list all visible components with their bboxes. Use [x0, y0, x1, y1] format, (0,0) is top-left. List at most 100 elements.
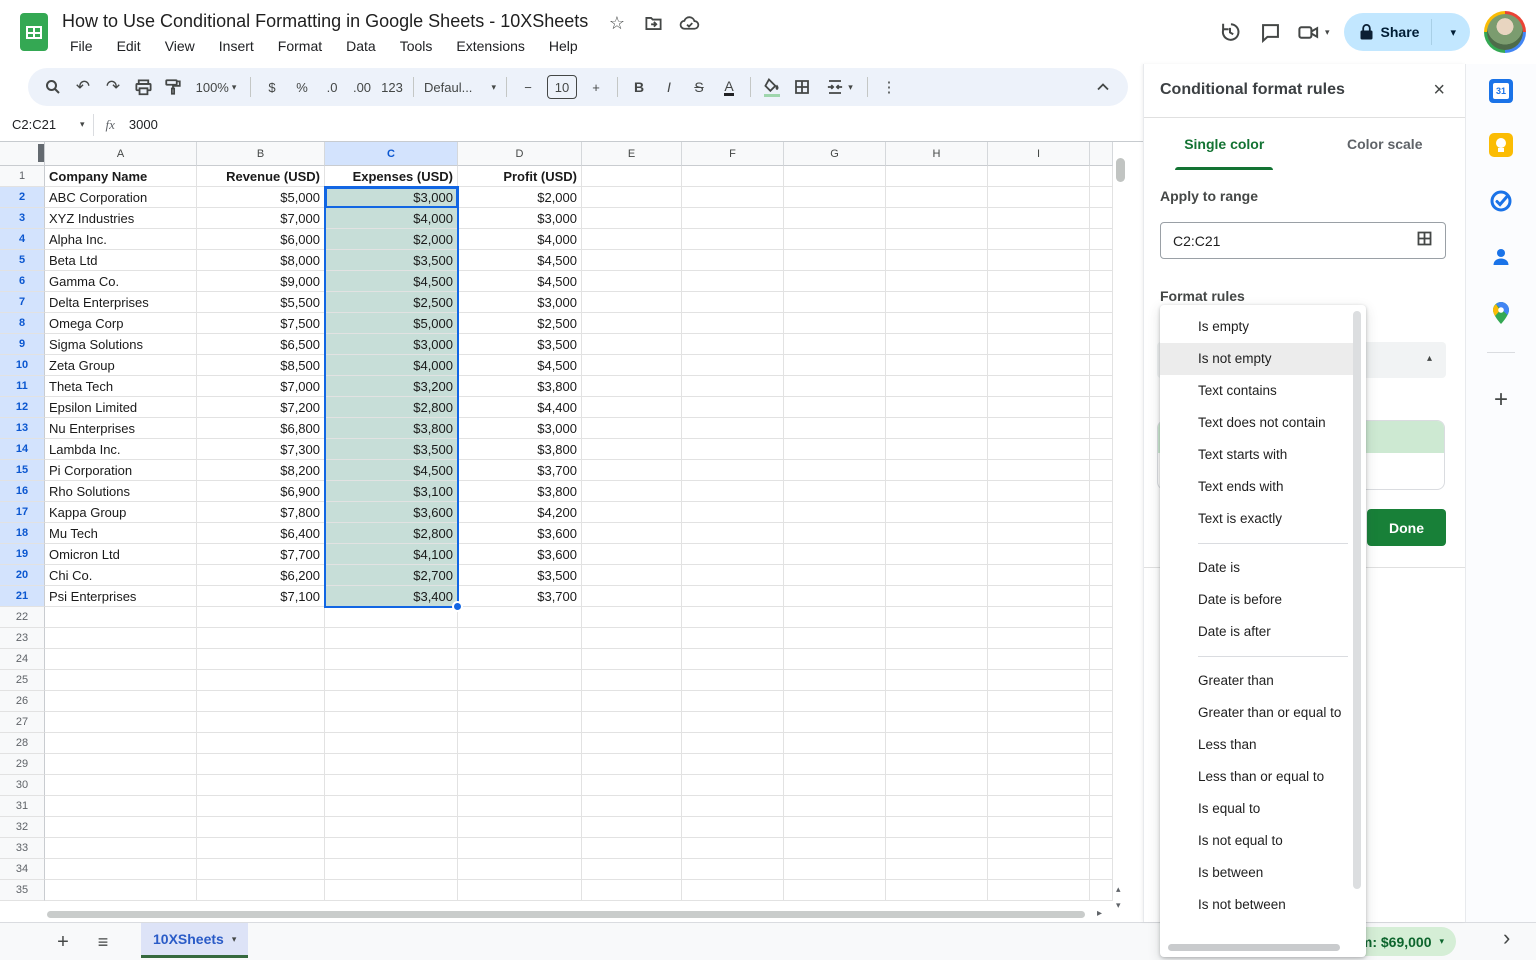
cell-B33[interactable] — [197, 838, 325, 859]
cell-H18[interactable] — [886, 523, 988, 544]
cell-G31[interactable] — [784, 796, 886, 817]
cell-H28[interactable] — [886, 733, 988, 754]
cell-G21[interactable] — [784, 586, 886, 607]
cell-A5[interactable]: Beta Ltd — [45, 250, 197, 271]
cell-stub21[interactable] — [1090, 586, 1113, 607]
cell-B34[interactable] — [197, 859, 325, 880]
tab-single-color[interactable]: Single color — [1144, 118, 1305, 170]
cell-stub23[interactable] — [1090, 628, 1113, 649]
cell-stub16[interactable] — [1090, 481, 1113, 502]
cell-B26[interactable] — [197, 691, 325, 712]
menu-item-date-is-before[interactable]: Date is before — [1160, 584, 1354, 616]
cell-C9[interactable]: $3,000 — [325, 334, 458, 355]
menu-item-is-not-equal-to[interactable]: Is not equal to — [1160, 825, 1354, 857]
row-header-27[interactable]: 27 — [0, 712, 45, 733]
cell-E9[interactable] — [582, 334, 682, 355]
cell-stub35[interactable] — [1090, 880, 1113, 901]
cell-stub31[interactable] — [1090, 796, 1113, 817]
cell-stub26[interactable] — [1090, 691, 1113, 712]
cell-C2[interactable]: $3,000 — [325, 187, 458, 208]
cell-G5[interactable] — [784, 250, 886, 271]
cell-C28[interactable] — [325, 733, 458, 754]
cell-E19[interactable] — [582, 544, 682, 565]
vertical-scrollbar-thumb[interactable] — [1116, 158, 1125, 182]
cell-E4[interactable] — [582, 229, 682, 250]
cell-F13[interactable] — [682, 418, 784, 439]
cell-stub15[interactable] — [1090, 460, 1113, 481]
cell-B19[interactable]: $7,700 — [197, 544, 325, 565]
cell-H33[interactable] — [886, 838, 988, 859]
cell-G1[interactable] — [784, 166, 886, 187]
increase-decimal-button[interactable]: .00 — [347, 73, 377, 101]
cell-C34[interactable] — [325, 859, 458, 880]
cell-B10[interactable]: $8,500 — [197, 355, 325, 376]
scroll-right-icon[interactable]: ▸ — [1097, 908, 1102, 919]
row-header-31[interactable]: 31 — [0, 796, 45, 817]
cell-E23[interactable] — [582, 628, 682, 649]
cell-A22[interactable] — [45, 607, 197, 628]
cell-C13[interactable]: $3,800 — [325, 418, 458, 439]
menu-item-less-than[interactable]: Less than — [1160, 729, 1354, 761]
column-header-D[interactable]: D — [458, 142, 582, 166]
row-header-13[interactable]: 13 — [0, 418, 45, 439]
cell-E14[interactable] — [582, 439, 682, 460]
cell-stub9[interactable] — [1090, 334, 1113, 355]
cell-B17[interactable]: $7,800 — [197, 502, 325, 523]
cell-stub5[interactable] — [1090, 250, 1113, 271]
cell-F21[interactable] — [682, 586, 784, 607]
cell-B18[interactable]: $6,400 — [197, 523, 325, 544]
cell-D15[interactable]: $3,700 — [458, 460, 582, 481]
row-header-17[interactable]: 17 — [0, 502, 45, 523]
cell-B11[interactable]: $7,000 — [197, 376, 325, 397]
cell-F14[interactable] — [682, 439, 784, 460]
menu-item-is-not-empty[interactable]: Is not empty — [1160, 343, 1354, 375]
cell-B16[interactable]: $6,900 — [197, 481, 325, 502]
cell-G33[interactable] — [784, 838, 886, 859]
cell-H32[interactable] — [886, 817, 988, 838]
row-header-29[interactable]: 29 — [0, 754, 45, 775]
cell-A11[interactable]: Theta Tech — [45, 376, 197, 397]
cell-F6[interactable] — [682, 271, 784, 292]
cell-B7[interactable]: $5,500 — [197, 292, 325, 313]
italic-button[interactable]: I — [654, 73, 684, 101]
cell-C31[interactable] — [325, 796, 458, 817]
cell-A27[interactable] — [45, 712, 197, 733]
cell-D6[interactable]: $4,500 — [458, 271, 582, 292]
cell-G7[interactable] — [784, 292, 886, 313]
cell-C30[interactable] — [325, 775, 458, 796]
cell-H23[interactable] — [886, 628, 988, 649]
cell-G11[interactable] — [784, 376, 886, 397]
cell-stub29[interactable] — [1090, 754, 1113, 775]
cell-E33[interactable] — [582, 838, 682, 859]
done-button[interactable]: Done — [1367, 509, 1446, 546]
cell-I21[interactable] — [988, 586, 1090, 607]
cell-C3[interactable]: $4,000 — [325, 208, 458, 229]
cell-C24[interactable] — [325, 649, 458, 670]
cell-E26[interactable] — [582, 691, 682, 712]
column-header-A[interactable]: A — [45, 142, 197, 166]
cell-D7[interactable]: $3,000 — [458, 292, 582, 313]
cell-A33[interactable] — [45, 838, 197, 859]
cell-stub19[interactable] — [1090, 544, 1113, 565]
cell-E5[interactable] — [582, 250, 682, 271]
cell-E27[interactable] — [582, 712, 682, 733]
cell-F7[interactable] — [682, 292, 784, 313]
cell-E21[interactable] — [582, 586, 682, 607]
cell-B23[interactable] — [197, 628, 325, 649]
menu-item-text-starts-with[interactable]: Text starts with — [1160, 439, 1354, 471]
cell-H6[interactable] — [886, 271, 988, 292]
cell-B25[interactable] — [197, 670, 325, 691]
cell-I5[interactable] — [988, 250, 1090, 271]
cell-I6[interactable] — [988, 271, 1090, 292]
strikethrough-button[interactable]: S — [684, 73, 714, 101]
row-header-28[interactable]: 28 — [0, 733, 45, 754]
cell-G23[interactable] — [784, 628, 886, 649]
cell-G8[interactable] — [784, 313, 886, 334]
cell-I7[interactable] — [988, 292, 1090, 313]
cell-C21[interactable]: $3,400 — [325, 586, 458, 607]
cell-I25[interactable] — [988, 670, 1090, 691]
cell-E29[interactable] — [582, 754, 682, 775]
cell-I34[interactable] — [988, 859, 1090, 880]
cell-F4[interactable] — [682, 229, 784, 250]
cell-stub33[interactable] — [1090, 838, 1113, 859]
